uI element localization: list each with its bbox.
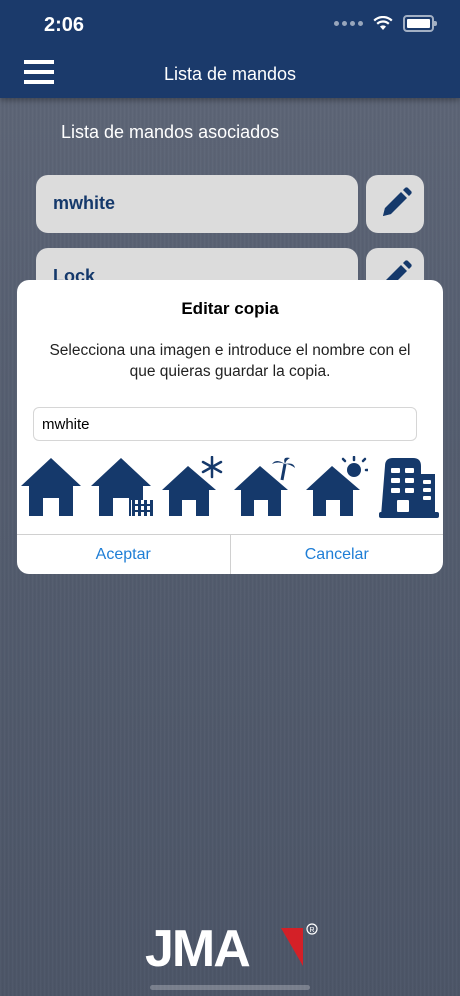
svg-text:JMA: JMA — [145, 920, 250, 972]
house-fence-icon[interactable] — [89, 456, 153, 518]
cancel-button[interactable]: Cancelar — [229, 535, 444, 574]
wifi-icon — [373, 16, 393, 30]
section-title: Lista de mandos asociados — [61, 122, 280, 142]
house-icon[interactable] — [19, 456, 83, 518]
edit-button[interactable] — [366, 175, 424, 233]
house-snow-icon[interactable] — [160, 456, 224, 518]
jma-logo: JMA R — [145, 920, 318, 972]
dialog-actions: Aceptar Cancelar — [17, 534, 443, 574]
home-indicator — [150, 985, 310, 990]
image-picker — [17, 456, 443, 518]
dialog-message: Selecciona una imagen e introduce el nom… — [49, 342, 411, 380]
house-sun-icon[interactable] — [304, 456, 368, 518]
edit-copy-dialog: Editar copia Selecciona una imagen e int… — [17, 280, 443, 574]
building-icon[interactable] — [377, 456, 441, 518]
pencil-icon — [383, 187, 412, 216]
remote-name: mwhite — [53, 193, 116, 213]
accept-button[interactable]: Aceptar — [17, 535, 230, 574]
copy-name-input[interactable] — [33, 407, 417, 441]
top-bar: 2:06 Lista de mandos — [0, 0, 460, 98]
list-item-remote[interactable]: mwhite — [36, 175, 358, 233]
cellular-signal-icon — [334, 21, 363, 26]
status-icons — [334, 15, 437, 32]
house-palm-icon[interactable] — [232, 456, 296, 518]
svg-text:R: R — [310, 927, 315, 934]
page-title: Lista de mandos — [163, 64, 297, 84]
dialog-title: Editar copia — [181, 299, 279, 318]
battery-icon — [403, 15, 437, 32]
status-time: 2:06 — [44, 14, 85, 36]
